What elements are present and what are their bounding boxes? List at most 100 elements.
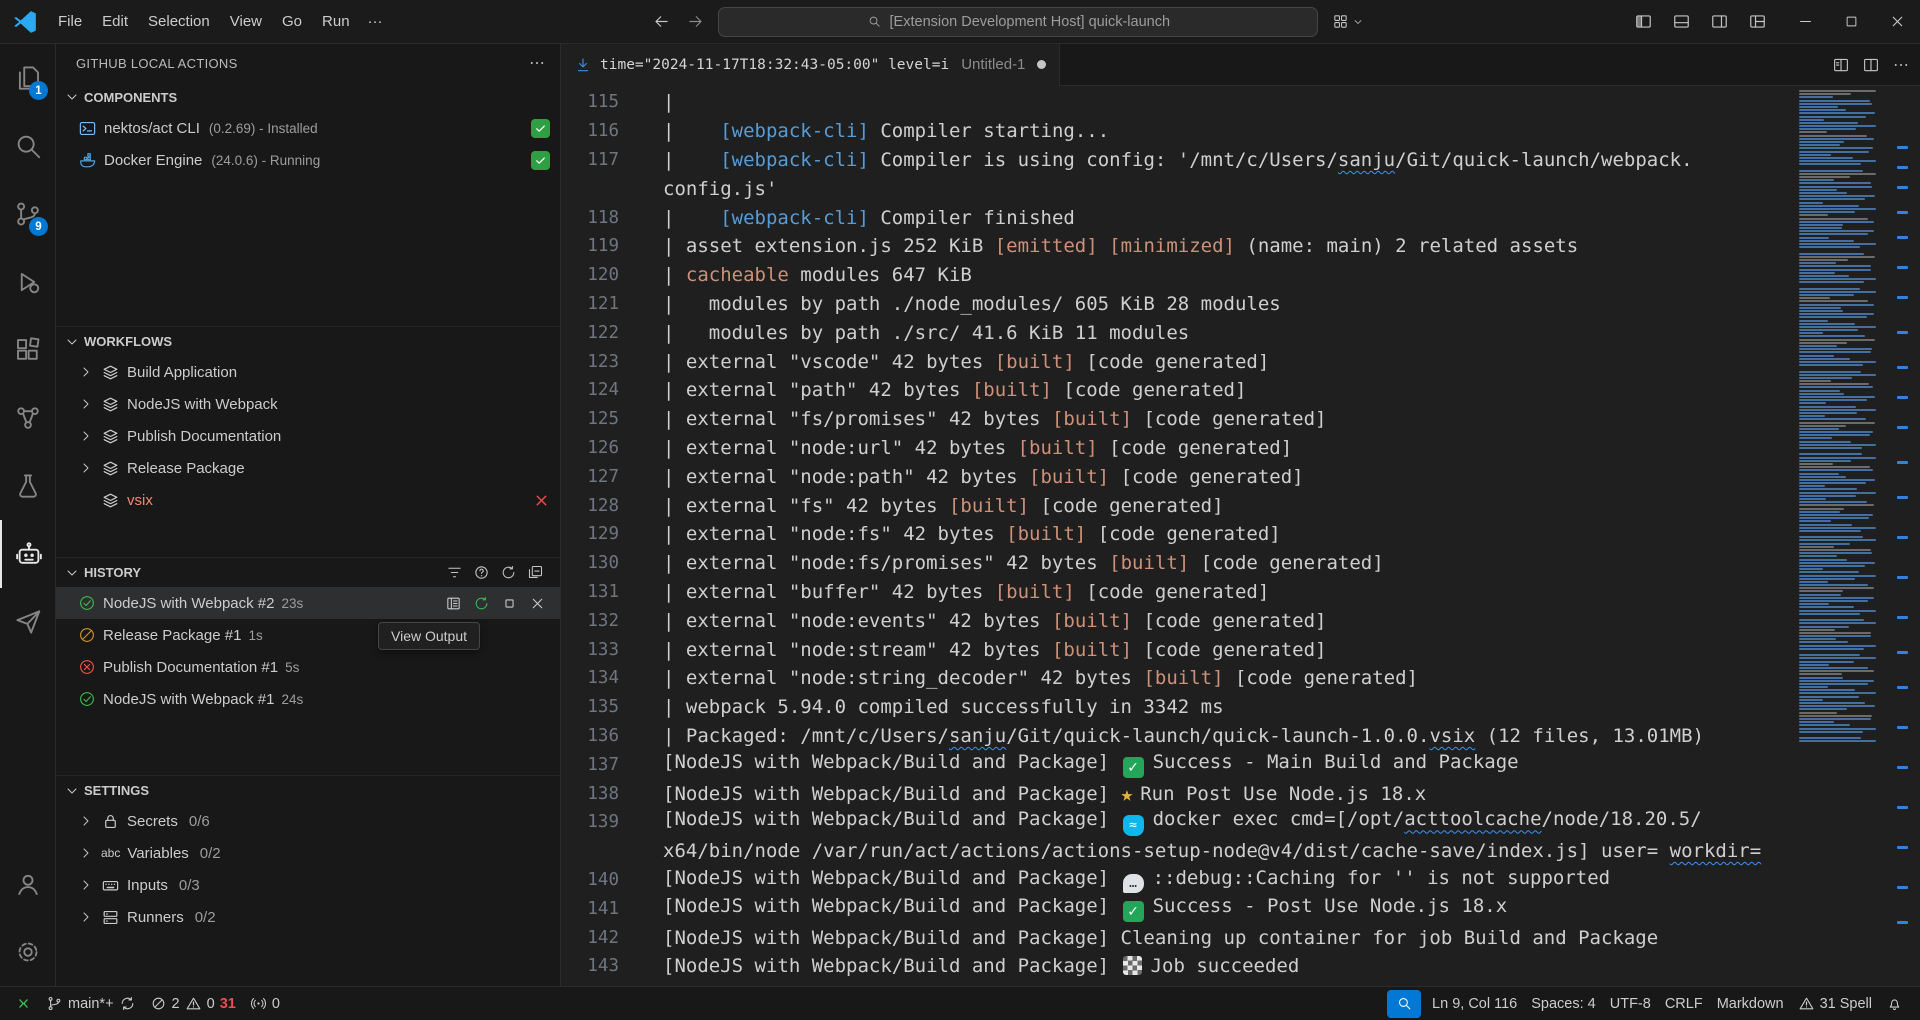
command-center-search[interactable]: [Extension Development Host] quick-launc… bbox=[718, 7, 1318, 37]
dirty-indicator[interactable] bbox=[1037, 60, 1046, 69]
workflow-release-package[interactable]: Release Package bbox=[56, 452, 560, 484]
component-act-cli[interactable]: nektos/act CLI (0.2.69) - Installed bbox=[56, 112, 560, 144]
settings-row-secrets[interactable]: Secrets 0/6 bbox=[56, 805, 560, 837]
workflow-build-application[interactable]: Build Application bbox=[56, 356, 560, 388]
explorer-icon[interactable]: 1 bbox=[0, 44, 55, 112]
maximize-button[interactable] bbox=[1828, 0, 1874, 44]
tab-untitled-1[interactable]: time="2024-11-17T18:32:43-05:00" level=i… bbox=[561, 44, 1060, 86]
editor-line[interactable]: 123| external "vscode" 42 bytes [built] … bbox=[561, 347, 1794, 376]
open-changes-icon[interactable] bbox=[1832, 56, 1850, 74]
testing-beaker-icon[interactable] bbox=[0, 452, 55, 520]
editor-line[interactable]: 119| asset extension.js 252 KiB [emitted… bbox=[561, 232, 1794, 261]
menu-view[interactable]: View bbox=[220, 7, 272, 37]
split-editor-icon[interactable] bbox=[1862, 56, 1880, 74]
editor-line[interactable]: config.js' bbox=[561, 174, 1794, 203]
settings-row-runners[interactable]: Runners 0/2 bbox=[56, 901, 560, 933]
encoding[interactable]: UTF-8 bbox=[1603, 990, 1658, 1018]
editor-line[interactable]: 138[NodeJS with Webpack/Build and Packag… bbox=[561, 779, 1794, 808]
section-workflows[interactable]: WORKFLOWS bbox=[56, 326, 560, 356]
section-components[interactable]: COMPONENTS bbox=[56, 82, 560, 112]
language-mode[interactable]: Markdown bbox=[1710, 990, 1791, 1018]
editor-line[interactable]: 126| external "node:url" 42 bytes [built… bbox=[561, 434, 1794, 463]
close-button[interactable] bbox=[1874, 0, 1920, 44]
back-arrow-icon[interactable] bbox=[644, 7, 678, 37]
ports-indicator[interactable]: 0 bbox=[243, 990, 287, 1018]
forward-arrow-icon[interactable] bbox=[678, 7, 712, 37]
menu-selection[interactable]: Selection bbox=[138, 7, 220, 37]
run-debug-icon[interactable] bbox=[0, 248, 55, 316]
remote-explorer-icon[interactable] bbox=[0, 384, 55, 452]
menu-more[interactable]: ··· bbox=[360, 7, 391, 37]
editor-line[interactable]: 136| Packaged: /mnt/c/Users/sanju/Git/qu… bbox=[561, 722, 1794, 751]
customize-layout-icon[interactable] bbox=[1740, 7, 1774, 37]
component-docker-engine[interactable]: Docker Engine (24.0.6) - Running bbox=[56, 144, 560, 176]
editor-line[interactable]: 141[NodeJS with Webpack/Build and Packag… bbox=[561, 894, 1794, 923]
error-x-icon[interactable] bbox=[533, 492, 550, 509]
editor-line[interactable]: 121| modules by path ./node_modules/ 605… bbox=[561, 290, 1794, 319]
problems-indicator[interactable]: 2 0 31 bbox=[143, 990, 243, 1018]
scrollbar[interactable] bbox=[1892, 86, 1920, 986]
editor-line[interactable]: 129| external "node:fs" 42 bytes [built]… bbox=[561, 520, 1794, 549]
minimap[interactable] bbox=[1794, 86, 1892, 986]
collapse-all-icon[interactable] bbox=[527, 564, 544, 581]
filter-icon[interactable] bbox=[446, 564, 463, 581]
minimize-button[interactable] bbox=[1782, 0, 1828, 44]
editor-line[interactable]: 128| external "fs" 42 bytes [built] [cod… bbox=[561, 491, 1794, 520]
refresh-icon[interactable] bbox=[500, 564, 517, 581]
history-row-nodejs-webpack-2[interactable]: NodeJS with Webpack #2 23s bbox=[56, 587, 560, 619]
editor-line[interactable]: x64/bin/node /var/run/act/actions/action… bbox=[561, 837, 1794, 866]
editor-line[interactable]: 130| external "node:fs/promises" 42 byte… bbox=[561, 549, 1794, 578]
settings-gear-icon[interactable] bbox=[0, 918, 55, 986]
editor-line[interactable]: 115| bbox=[561, 88, 1794, 117]
toggle-panel-icon[interactable] bbox=[1664, 7, 1698, 37]
help-icon[interactable] bbox=[473, 564, 490, 581]
accounts-icon[interactable] bbox=[0, 850, 55, 918]
editor-line[interactable]: 125| external "fs/promises" 42 bytes [bu… bbox=[561, 405, 1794, 434]
menu-edit[interactable]: Edit bbox=[92, 7, 138, 37]
editor-line[interactable]: 124| external "path" 42 bytes [built] [c… bbox=[561, 376, 1794, 405]
profile-grid-button[interactable] bbox=[1324, 7, 1372, 37]
editor-line[interactable]: 122| modules by path ./src/ 41.6 KiB 11 … bbox=[561, 318, 1794, 347]
editor-line[interactable]: 140[NodeJS with Webpack/Build and Packag… bbox=[561, 866, 1794, 895]
editor-line[interactable]: 133| external "node:stream" 42 bytes [bu… bbox=[561, 635, 1794, 664]
menu-file[interactable]: File bbox=[48, 7, 92, 37]
menu-run[interactable]: Run bbox=[312, 7, 360, 37]
editor-line[interactable]: 132| external "node:events" 42 bytes [bu… bbox=[561, 606, 1794, 635]
history-row-nodejs-webpack-1[interactable]: NodeJS with Webpack #1 24s bbox=[56, 683, 560, 715]
editor-line[interactable]: 139[NodeJS with Webpack/Build and Packag… bbox=[561, 808, 1794, 837]
send-plane-icon[interactable] bbox=[0, 588, 55, 656]
editor-line[interactable]: 118| [webpack-cli] Compiler finished bbox=[561, 203, 1794, 232]
editor-line[interactable]: 127| external "node:path" 42 bytes [buil… bbox=[561, 462, 1794, 491]
remote-indicator[interactable] bbox=[8, 990, 39, 1018]
eol-sequence[interactable]: CRLF bbox=[1658, 990, 1710, 1018]
spell-status[interactable]: 31 Spell bbox=[1791, 990, 1879, 1018]
more-actions-icon[interactable] bbox=[1892, 56, 1910, 74]
toggle-sidebar-icon[interactable] bbox=[1626, 7, 1660, 37]
editor-line[interactable]: 142[NodeJS with Webpack/Build and Packag… bbox=[561, 923, 1794, 952]
editor-line[interactable]: 117| [webpack-cli] Compiler is using con… bbox=[561, 146, 1794, 175]
branch-indicator[interactable]: main*+ bbox=[39, 990, 143, 1018]
editor-line[interactable]: 137[NodeJS with Webpack/Build and Packag… bbox=[561, 750, 1794, 779]
screencast-search-button[interactable] bbox=[1387, 990, 1421, 1018]
github-local-actions-robot-icon[interactable] bbox=[0, 520, 55, 588]
history-row-publish-documentation-1[interactable]: Publish Documentation #1 5s bbox=[56, 651, 560, 683]
editor-line[interactable]: 143[NodeJS with Webpack/Build and Packag… bbox=[561, 952, 1794, 981]
editor-line[interactable]: 134| external "node:string_decoder" 42 b… bbox=[561, 664, 1794, 693]
editor-line[interactable]: 135| webpack 5.94.0 compiled successfull… bbox=[561, 693, 1794, 722]
settings-row-variables[interactable]: abc Variables 0/2 bbox=[56, 837, 560, 869]
workflow-nodejs-with-webpack[interactable]: NodeJS with Webpack bbox=[56, 388, 560, 420]
menu-go[interactable]: Go bbox=[272, 7, 312, 37]
dismiss-icon[interactable] bbox=[529, 595, 546, 612]
stop-icon[interactable] bbox=[501, 595, 518, 612]
search-icon[interactable] bbox=[0, 112, 55, 180]
editor[interactable]: 115|116| [webpack-cli] Compiler starting… bbox=[561, 86, 1920, 986]
section-history[interactable]: HISTORY bbox=[56, 557, 560, 587]
cursor-position[interactable]: Ln 9, Col 116 bbox=[1425, 990, 1524, 1018]
rerun-icon[interactable] bbox=[473, 595, 490, 612]
workflow-publish-documentation[interactable]: Publish Documentation bbox=[56, 420, 560, 452]
editor-line[interactable]: 116| [webpack-cli] Compiler starting... bbox=[561, 117, 1794, 146]
toggle-secondary-sidebar-icon[interactable] bbox=[1702, 7, 1736, 37]
editor-line[interactable]: 120| cacheable modules 647 KiB bbox=[561, 261, 1794, 290]
indentation[interactable]: Spaces: 4 bbox=[1524, 990, 1603, 1018]
workflow-vsix-invalid[interactable]: vsix bbox=[56, 484, 560, 516]
